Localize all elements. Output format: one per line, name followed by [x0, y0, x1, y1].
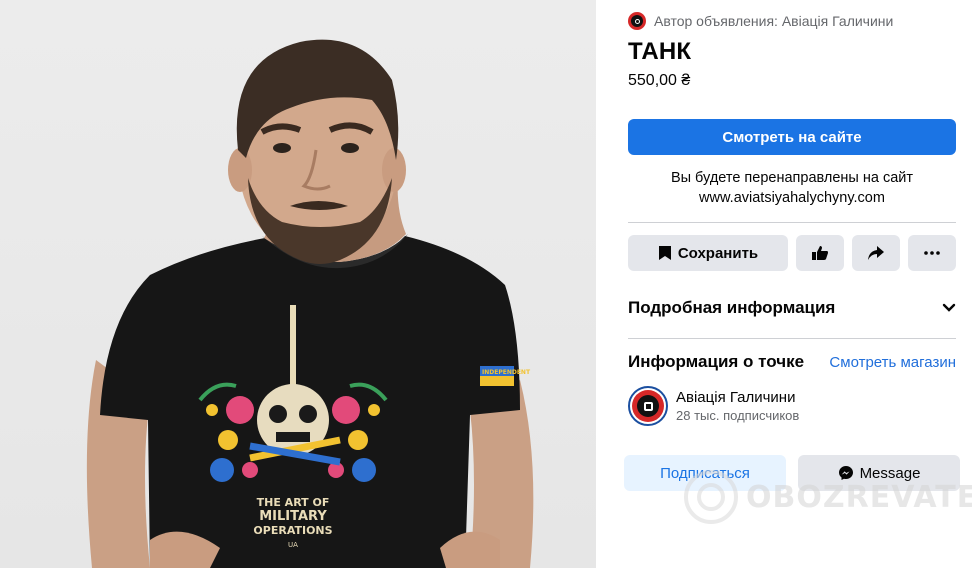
- divider: [628, 222, 956, 223]
- details-panel: Автор объявления: Авіація Галичини ТАНК …: [596, 0, 972, 568]
- author-label[interactable]: Автор объявления: Авіація Галичини: [654, 13, 893, 29]
- more-horizontal-icon: [924, 251, 940, 255]
- sleeve-text: INDEPENDENT: [482, 369, 531, 376]
- product-photo-drawing: THE ART OF MILITARY OPERATIONS UA INDEPE…: [86, 39, 534, 568]
- like-button[interactable]: [796, 235, 844, 271]
- share-icon: [868, 246, 884, 260]
- save-button[interactable]: Сохранить: [628, 235, 788, 271]
- seller-card[interactable]: Авіація Галичини 28 тыс. подписчиков: [628, 386, 799, 426]
- author-logo-icon: [628, 12, 646, 30]
- view-store-link[interactable]: Смотреть магазин: [829, 354, 956, 371]
- messenger-icon: [838, 466, 853, 480]
- seller-followers: 28 тыс. подписчиков: [676, 408, 800, 423]
- message-label: Message: [859, 464, 921, 482]
- location-section: Информация о точке Смотреть магазин: [628, 352, 956, 372]
- save-label: Сохранить: [677, 244, 759, 262]
- location-title: Информация о точке: [628, 352, 805, 371]
- details-section[interactable]: Подробная информация: [628, 298, 956, 318]
- divider: [628, 338, 956, 339]
- redirect-text: Вы будете перенаправлены на сайт: [670, 170, 914, 186]
- listing-price: 550,00 ₴: [628, 72, 691, 89]
- details-title: Подробная информация: [628, 298, 836, 317]
- sleeve-flag-patch: INDEPENDENT: [480, 366, 531, 386]
- print-line-2: MILITARY: [259, 509, 327, 524]
- view-on-site-button[interactable]: Смотреть на сайте: [628, 119, 956, 155]
- bookmark-icon: [658, 246, 671, 260]
- product-photo[interactable]: THE ART OF MILITARY OPERATIONS UA INDEPE…: [0, 0, 596, 568]
- message-button[interactable]: Message: [798, 455, 960, 491]
- print-small: UA: [288, 541, 298, 549]
- author-row[interactable]: Автор объявления: Авіація Галичини: [628, 12, 893, 30]
- more-button[interactable]: [908, 235, 956, 271]
- thumbs-up-icon: [812, 246, 828, 260]
- action-bar: Сохранить: [628, 235, 956, 271]
- redirect-url: www.aviatsiyahalychyny.com: [699, 190, 885, 206]
- listing-title: ТАНК: [628, 38, 692, 65]
- chevron-down-icon[interactable]: [942, 303, 956, 313]
- print-line-3: OPERATIONS: [253, 524, 332, 537]
- redirect-notice: Вы будете перенаправлены на сайт www.avi…: [628, 168, 956, 208]
- print-line-1: THE ART OF: [257, 496, 330, 509]
- seller-name[interactable]: Авіація Галичини: [676, 389, 799, 406]
- bottom-buttons: Подписаться Message: [624, 455, 960, 491]
- share-button[interactable]: [852, 235, 900, 271]
- subscribe-button[interactable]: Подписаться: [624, 455, 786, 491]
- seller-avatar[interactable]: [628, 386, 668, 426]
